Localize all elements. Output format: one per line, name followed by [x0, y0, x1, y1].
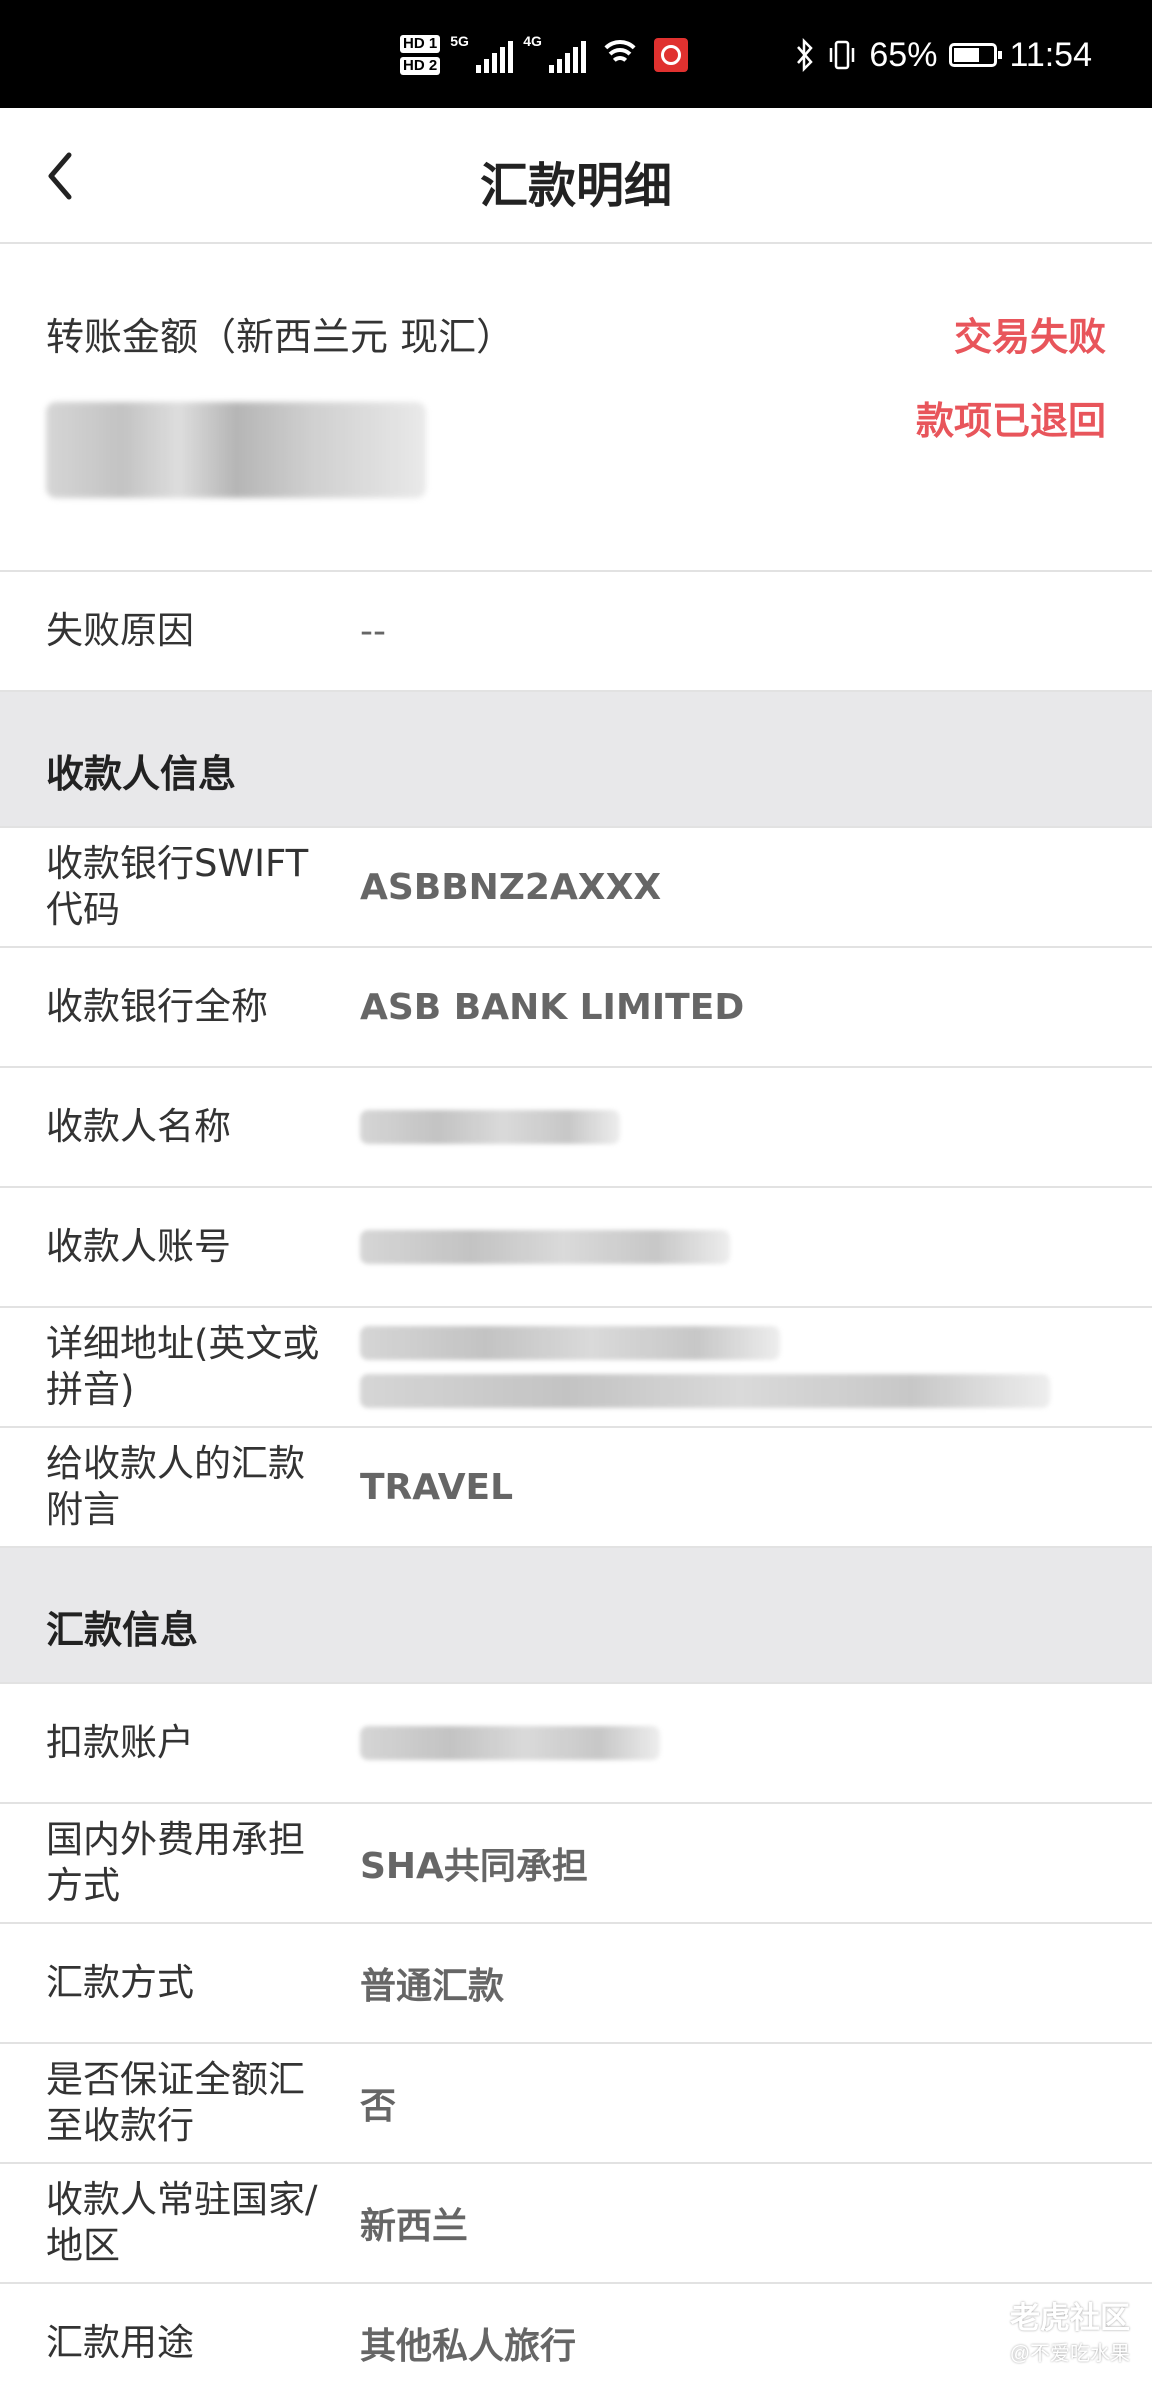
transaction-status: 交易失败 — [953, 315, 1106, 359]
swift-code-label: 收款银行SWIFT代码 — [46, 842, 309, 931]
sim1-network-label: 5G — [450, 33, 469, 49]
hd1-badge: HD 1 — [400, 35, 441, 53]
payee-country-value: 新西兰 — [360, 2206, 469, 2247]
nav-bar: 汇款明细 — [0, 108, 1152, 244]
fee-bearing-label: 国内外费用承担方式 — [46, 1818, 305, 1907]
fee-bearing-value: SHA共同承担 — [360, 1846, 588, 1887]
failure-reason-row: 失败原因 -- — [0, 572, 1152, 692]
payee-section-header: 收款人信息 — [0, 692, 1152, 828]
signal-icon-sim1: 5G — [450, 33, 514, 73]
remit-purpose-label: 汇款用途 — [46, 2321, 194, 2364]
clock: 11:54 — [1009, 35, 1092, 74]
remit-purpose-row: 汇款用途 其他私人旅行 — [0, 2284, 1152, 2402]
remark-value: TRAVEL — [360, 1466, 514, 1508]
remark-label: 给收款人的汇款附言 — [46, 1442, 305, 1531]
full-amount-label: 是否保证全额汇至收款行 — [46, 2058, 305, 2147]
bank-name-value: ASB BANK LIMITED — [360, 986, 745, 1028]
bank-name-row: 收款银行全称 ASB BANK LIMITED — [0, 948, 1152, 1068]
payee-account-label: 收款人账号 — [46, 1225, 231, 1268]
wifi-icon — [600, 38, 641, 72]
battery-percent: 65% — [869, 35, 938, 74]
status-bar: HD 1 HD 2 5G 4G 65% 11:54 — [0, 0, 1152, 108]
address-label: 详细地址(英文或拼音) — [46, 1322, 320, 1411]
refund-status: 款项已退回 — [915, 399, 1106, 443]
fee-bearing-row: 国内外费用承担方式 SHA共同承担 — [0, 1804, 1152, 1924]
bluetooth-icon — [797, 38, 814, 72]
full-amount-value: 否 — [360, 2086, 397, 2127]
swift-code-value: ASBBNZ2AXXX — [360, 866, 662, 908]
address-line1-redacted — [360, 1326, 780, 1360]
status-left-icons: HD 1 HD 2 5G 4G — [400, 30, 689, 80]
hd2-badge: HD 2 — [400, 57, 441, 75]
amount-label: 转账金额（新西兰元 现汇） — [46, 315, 515, 359]
remit-method-label: 汇款方式 — [46, 1961, 194, 2004]
sim2-network-label: 4G — [523, 33, 542, 49]
payee-name-row: 收款人名称 — [0, 1068, 1152, 1188]
address-line2-redacted — [360, 1374, 1050, 1408]
page-title: 汇款明细 — [479, 158, 672, 214]
watermark-title: 老虎社区 — [1010, 2302, 1130, 2335]
hd-indicator: HD 1 HD 2 — [400, 33, 441, 77]
watermark-author: @不爱吃水果 — [1009, 2343, 1130, 2365]
battery-fill — [954, 48, 980, 62]
payee-account-redacted — [360, 1230, 730, 1264]
remit-purpose-value: 其他私人旅行 — [360, 2326, 577, 2367]
remit-section-title: 汇款信息 — [46, 1608, 199, 1652]
remark-row: 给收款人的汇款附言 TRAVEL — [0, 1428, 1152, 1548]
remit-method-row: 汇款方式 普通汇款 — [0, 1924, 1152, 2044]
debit-account-redacted — [360, 1726, 660, 1760]
battery-icon — [949, 43, 1003, 67]
payee-country-label: 收款人常驻国家/地区 — [46, 2178, 318, 2267]
remit-method-value: 普通汇款 — [360, 1966, 505, 2007]
payee-name-redacted — [360, 1110, 620, 1144]
payee-country-row: 收款人常驻国家/地区 新西兰 — [0, 2164, 1152, 2284]
vibrate-icon — [830, 40, 855, 70]
payee-section-title: 收款人信息 — [46, 752, 237, 796]
payee-account-row: 收款人账号 — [0, 1188, 1152, 1308]
payee-name-label: 收款人名称 — [46, 1105, 231, 1148]
watermark: 老虎社区 @不爱吃水果 — [1010, 2293, 1130, 2366]
amount-card: 转账金额（新西兰元 现汇） 交易失败 款项已退回 — [0, 244, 1152, 572]
debit-account-label: 扣款账户 — [46, 1721, 194, 1764]
remit-section-header: 汇款信息 — [0, 1548, 1152, 1684]
status-right-icons: 65% 11:54 — [795, 30, 1092, 80]
network-badge-icon — [654, 38, 689, 72]
debit-account-row: 扣款账户 — [0, 1684, 1152, 1804]
swift-code-row: 收款银行SWIFT代码 ASBBNZ2AXXX — [0, 828, 1152, 948]
failure-reason-label: 失败原因 — [46, 609, 194, 652]
amount-value-redacted — [46, 402, 426, 498]
full-amount-row: 是否保证全额汇至收款行 否 — [0, 2044, 1152, 2164]
bank-name-label: 收款银行全称 — [46, 985, 268, 1028]
signal-icon-sim2: 4G — [523, 33, 587, 73]
address-row: 详细地址(英文或拼音) — [0, 1308, 1152, 1428]
failure-reason-value: -- — [360, 610, 386, 652]
